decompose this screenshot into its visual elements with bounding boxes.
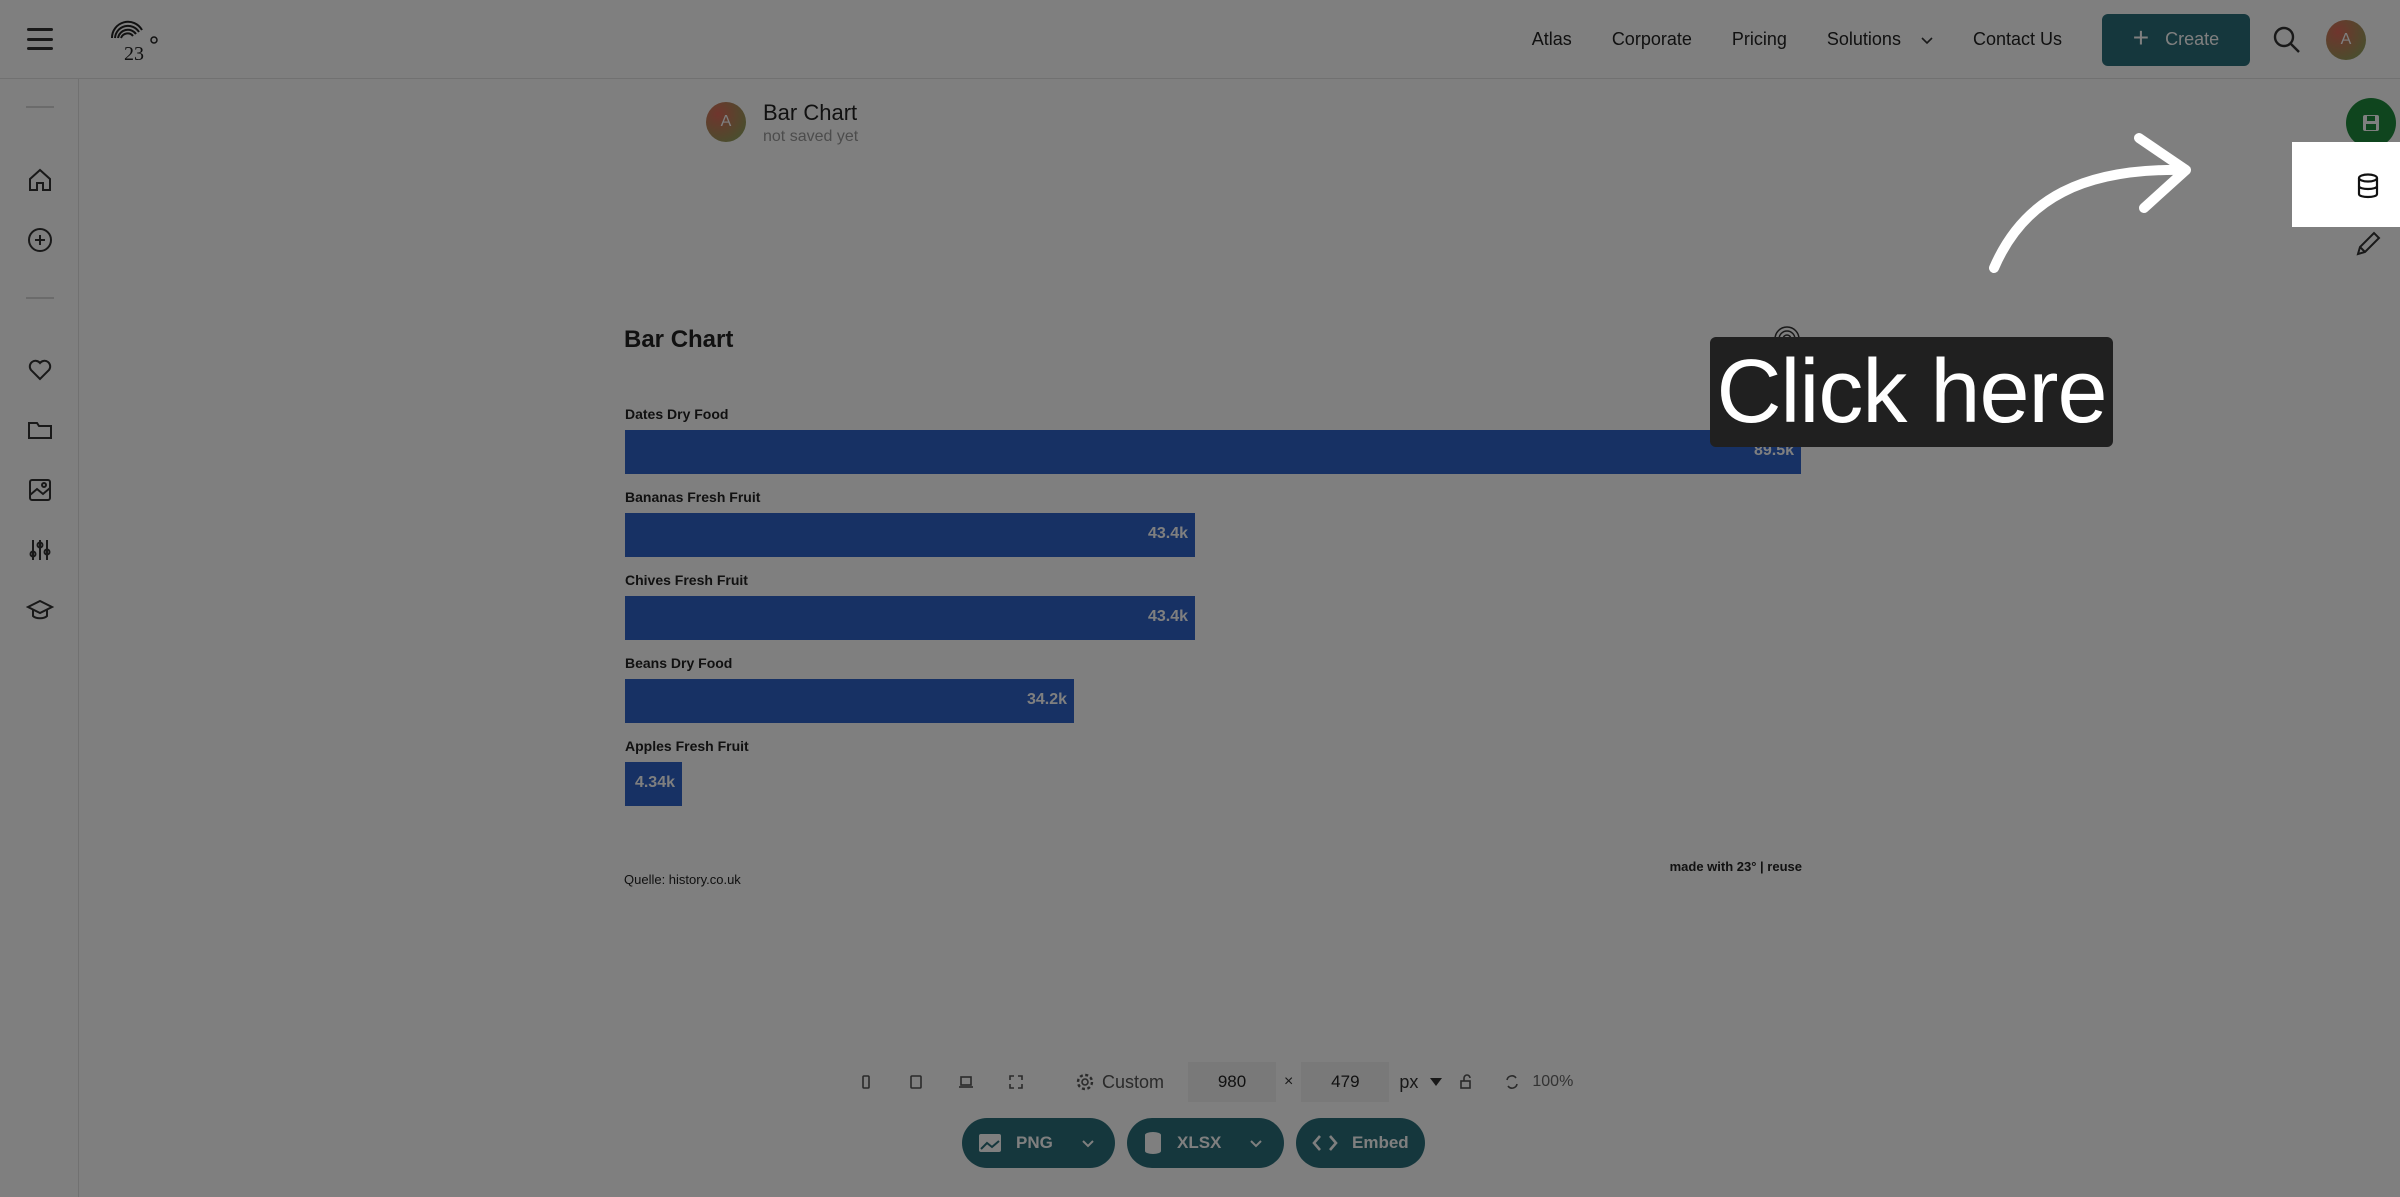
tutorial-callout: Click here: [1710, 337, 2113, 447]
database-icon: [2357, 173, 2379, 199]
pointer-arrow-icon: [1989, 133, 2191, 273]
data-tab-button[interactable]: [2346, 164, 2390, 208]
overlay-dim-top: [0, 0, 2400, 142]
overlay-dim-left: [0, 142, 2292, 227]
